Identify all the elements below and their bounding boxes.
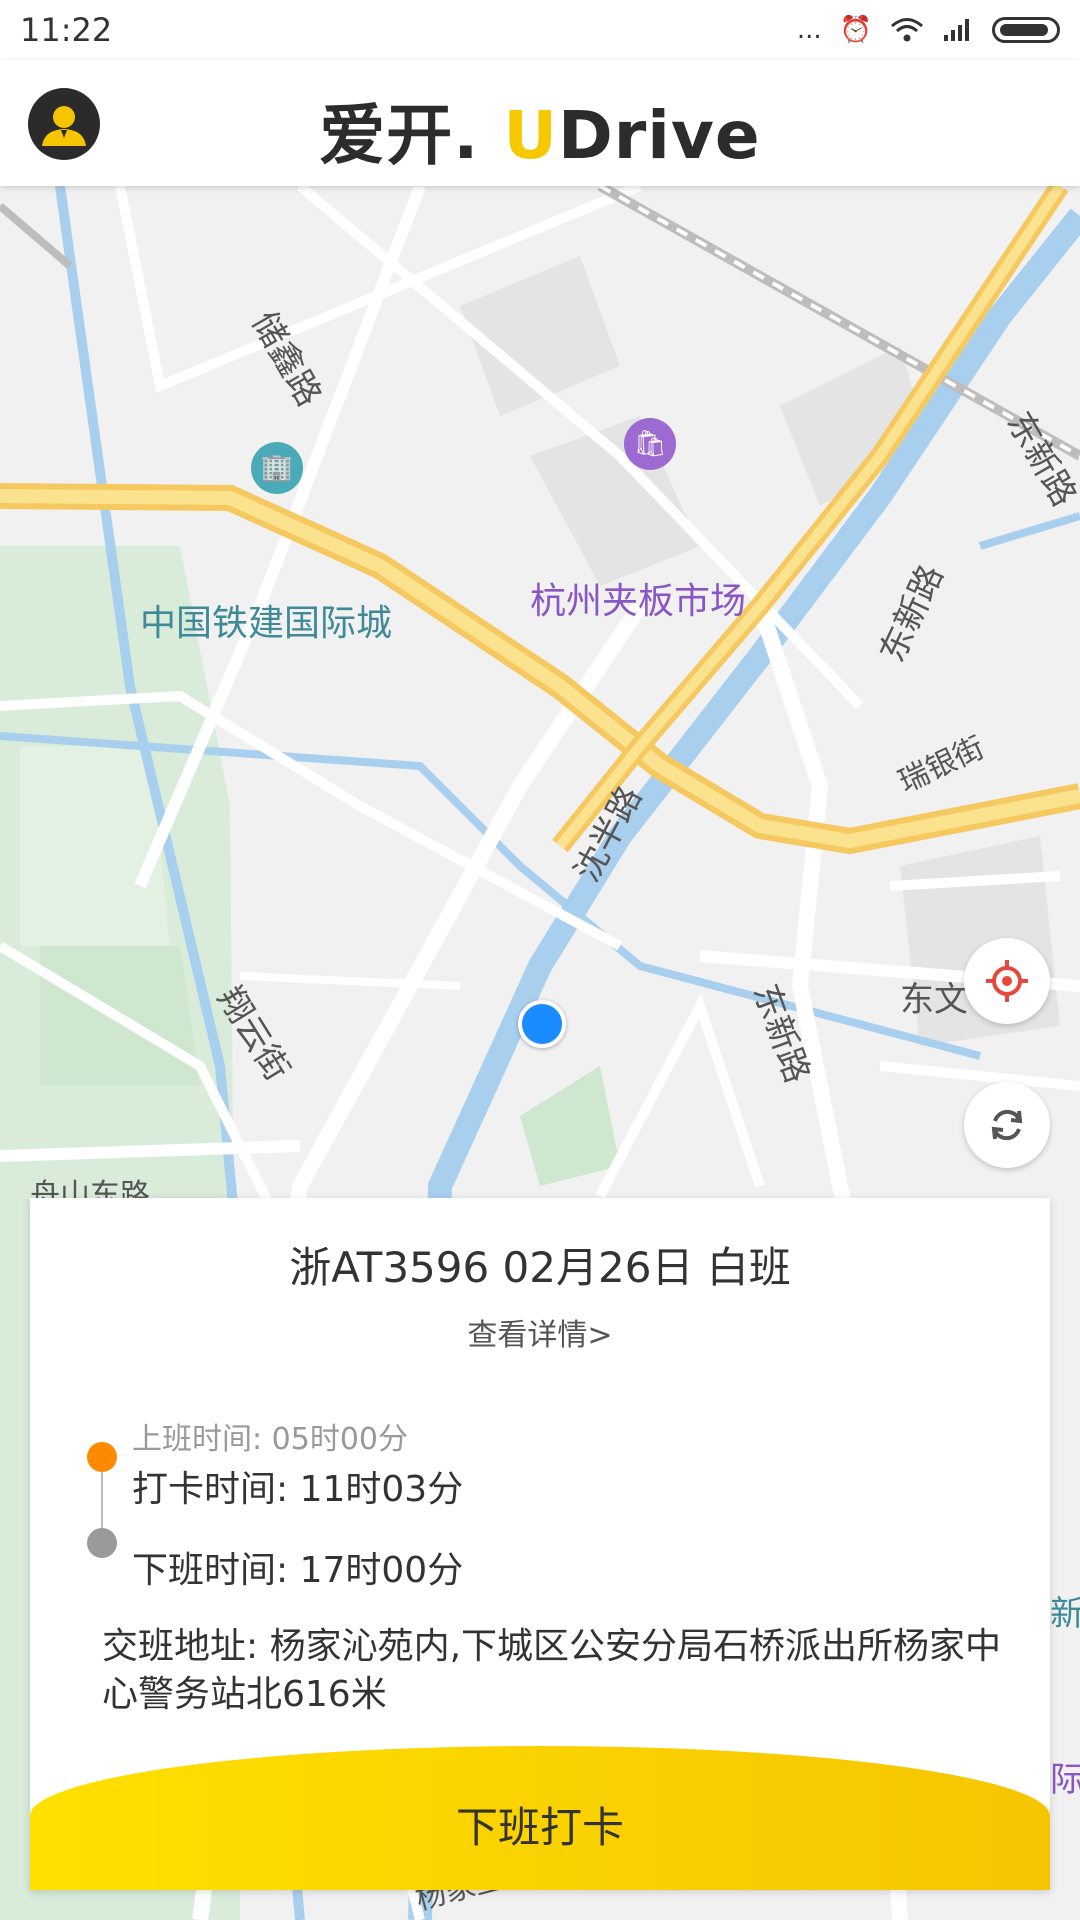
map-label-ji-edge: 际 xyxy=(1050,1760,1080,1800)
map-label-xin-edge: 新 xyxy=(1050,1594,1080,1634)
clock-out-button-label: 下班打卡 xyxy=(455,1803,624,1852)
wifi-icon xyxy=(891,18,923,42)
refresh-icon xyxy=(991,1109,1023,1141)
alarm-icon: ⏰ xyxy=(839,15,872,45)
shift-title: 浙AT3596 02月26日 白班 xyxy=(289,1243,791,1292)
refresh-button[interactable] xyxy=(964,1082,1050,1168)
battery-icon xyxy=(992,17,1060,43)
end-time-text: 下班时间: 17时00分 xyxy=(132,1550,464,1591)
app-logo: 爱开. UDrive xyxy=(319,97,761,174)
signal-icon xyxy=(944,19,969,41)
market-poi-icon[interactable]: 🛍 xyxy=(624,418,676,470)
shift-card: 浙AT3596 02月26日 白班 查看详情> 上班时间: 05时00分 打卡时… xyxy=(30,1198,1050,1890)
start-time-text: 上班时间: 05时00分 xyxy=(132,1422,408,1457)
status-icons: ... ⏰ xyxy=(797,15,1060,45)
locate-button[interactable] xyxy=(964,938,1050,1024)
current-location-dot xyxy=(518,1000,566,1048)
app-header: 爱开. UDrive xyxy=(0,60,1080,186)
timeline-end-dot xyxy=(87,1528,117,1558)
clock-out-button[interactable]: 下班打卡 xyxy=(30,1746,1050,1890)
more-icon: ... xyxy=(796,15,822,45)
map-label-tiejian[interactable]: 中国铁建国际城 xyxy=(140,594,392,646)
handover-address: 交班地址: 杨家沁苑内,下城区公安分局石桥派出所杨家中心警务站北616米 xyxy=(102,1626,1002,1715)
map-label-dongwen: 东文 xyxy=(900,980,968,1020)
map-label-market[interactable]: 杭州夹板市场 xyxy=(530,572,746,624)
building-poi-icon[interactable]: 🏢 xyxy=(251,442,303,494)
locate-icon xyxy=(986,960,1028,1002)
view-details-link[interactable]: 查看详情> xyxy=(30,1310,1050,1354)
status-time: 11:22 xyxy=(20,11,113,49)
clock-time-text: 打卡时间: 11时03分 xyxy=(132,1469,464,1510)
timeline-start-dot xyxy=(87,1442,117,1472)
status-bar: 11:22 ... ⏰ xyxy=(0,0,1080,60)
